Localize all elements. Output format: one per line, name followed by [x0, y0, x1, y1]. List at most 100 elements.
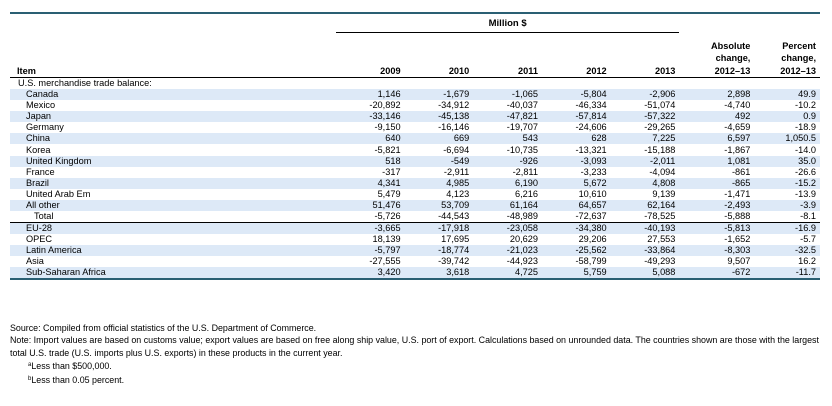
row-value: -10,735 — [506, 144, 538, 155]
row-value: -72,637 — [575, 211, 607, 222]
row-value: 5,088 — [610, 267, 680, 281]
row-value: -27,555 — [369, 256, 401, 267]
row-value: -5,813 — [679, 222, 755, 235]
section-label: U.S. merchandise trade balance: — [18, 78, 152, 88]
row-value: -2,911 — [443, 166, 470, 177]
row-value: 4,985 — [404, 177, 474, 189]
row-value: -33,864 — [610, 245, 680, 257]
row-value: -21,023 — [473, 245, 542, 257]
row-value: -19,707 — [506, 122, 538, 133]
row-value: -58,799 — [575, 256, 607, 267]
header-row-columns: Item 2009 2010 2011 2012 2013 Absolute c… — [10, 33, 820, 78]
row-value: -15,188 — [644, 144, 676, 155]
row-value: 4,808 — [610, 177, 680, 189]
table-row: United Kingdom 518 -549 -926 -3,093 -2,011 1,0… — [10, 155, 820, 167]
row-value: 5,759 — [541, 267, 611, 281]
row-value: -23,058 — [473, 222, 542, 235]
row-value: 61,164 — [473, 199, 542, 212]
table-row: Germany -9,150 -16,146 -19,707 -24,606 -29,26… — [10, 122, 820, 133]
row-value: 5,479 — [377, 188, 401, 199]
row-value: -32.5 — [754, 245, 820, 257]
row-value: 49.9 — [754, 89, 820, 101]
row-label: Sub-Saharan Africa — [10, 267, 336, 281]
row-value: 669 — [404, 133, 474, 145]
row-label: Korea — [26, 144, 51, 155]
table-row: Total -5,726 -44,543 -48,989 -72,637 -78,525 -… — [10, 211, 820, 223]
row-value: 17,695 — [441, 234, 470, 245]
table-row: Asia -27,555 -39,742 -44,923 -58,799 -49,293 9… — [10, 256, 820, 267]
row-value: 543 — [473, 133, 542, 145]
table-row: OPEC 18,139 17,695 20,629 29,206 27,553 -1,652… — [10, 234, 820, 245]
row-value: -15.2 — [754, 177, 820, 189]
table-row: Latin America -5,797 -18,774 -21,023 -25,562… — [10, 245, 820, 257]
year-column-header: 2009 — [380, 65, 401, 76]
row-value: 16.2 — [798, 256, 816, 267]
row-value: -5.7 — [800, 234, 816, 245]
row-value: -40,037 — [506, 100, 538, 111]
absolute-change-header: Absolute change, 2012–13 — [711, 40, 751, 76]
row-value: 4,725 — [473, 267, 542, 281]
table-row: Korea -5,821 -6,694 -10,735 -13,321 -15,188 -1… — [10, 144, 820, 155]
row-value: -39,742 — [438, 256, 470, 267]
row-value: 10,610 — [578, 188, 607, 199]
row-value: 4,341 — [335, 177, 405, 189]
row-label: United Arab Em — [26, 188, 91, 199]
row-value: -16,146 — [438, 122, 470, 133]
million-dollars-label: Million $ — [335, 14, 680, 33]
row-value: -8,303 — [679, 245, 755, 257]
table-row: Brazil 4,341 4,985 6,190 5,672 4,808 -865 -15.2 — [10, 177, 820, 189]
row-value: -3,233 — [580, 166, 607, 177]
row-label: Mexico — [26, 100, 56, 111]
row-value: -57,322 — [610, 111, 680, 123]
item-column-header: Item — [17, 65, 36, 76]
header-row-group: Million $ — [10, 14, 820, 33]
row-value: -24,606 — [575, 122, 607, 133]
row-value: -46,334 — [575, 100, 607, 111]
row-value: 628 — [541, 133, 611, 145]
percent-change-header: Percent change, 2012–13 — [780, 40, 816, 76]
row-label: EU-28 — [10, 222, 336, 235]
row-value: -47,821 — [473, 111, 542, 123]
row-value: -45,138 — [404, 111, 474, 123]
row-value: -926 — [473, 155, 542, 167]
row-value: -16.9 — [754, 222, 820, 235]
row-value: 640 — [335, 133, 405, 145]
row-value: -18,774 — [404, 245, 474, 257]
row-value: 6,216 — [514, 188, 538, 199]
row-label: Brazil — [10, 177, 336, 189]
row-value: -20,892 — [369, 100, 401, 111]
table-row: Canada 1,146 -1,679 -1,065 -5,804 -2,906 2,898… — [10, 89, 820, 101]
row-value: -25,562 — [541, 245, 611, 257]
row-value: -13,321 — [575, 144, 607, 155]
row-label: Total — [34, 211, 54, 222]
row-value: -48,989 — [506, 211, 538, 222]
row-value: -14.0 — [795, 144, 816, 155]
table-row: China 640 669 543 628 7,225 6,597 1,050.5 — [10, 133, 820, 145]
row-value: 2,898 — [679, 89, 755, 101]
row-value: -3,665 — [335, 222, 405, 235]
row-value: 1,050.5 — [754, 133, 820, 145]
row-value: 0.9 — [754, 111, 820, 123]
row-label: China — [10, 133, 336, 145]
row-value: 7,225 — [610, 133, 680, 145]
year-column-header: 2010 — [448, 65, 470, 76]
row-value: -11.7 — [754, 267, 820, 281]
row-value: -1,867 — [724, 144, 751, 155]
row-value: -2,811 — [512, 166, 538, 177]
row-value: -2,011 — [610, 155, 680, 167]
row-value: -865 — [679, 177, 755, 189]
row-value: -17,918 — [404, 222, 474, 235]
row-label: Latin America — [10, 245, 336, 257]
row-value: 64,657 — [541, 199, 611, 212]
row-value: -10.2 — [795, 100, 816, 111]
row-label: Asia — [26, 256, 44, 267]
row-value: -317 — [382, 166, 401, 177]
row-value: 3,618 — [404, 267, 474, 281]
table-notes: Source: Compiled from official statistic… — [10, 322, 820, 386]
year-column-header: 2013 — [654, 65, 676, 76]
row-value: -3,093 — [541, 155, 611, 167]
table-row: Japan -33,146 -45,138 -47,821 -57,814 -57,322… — [10, 111, 820, 123]
row-value: -40,193 — [610, 222, 680, 235]
row-value: 5,672 — [541, 177, 611, 189]
row-value: -8.1 — [800, 211, 816, 222]
